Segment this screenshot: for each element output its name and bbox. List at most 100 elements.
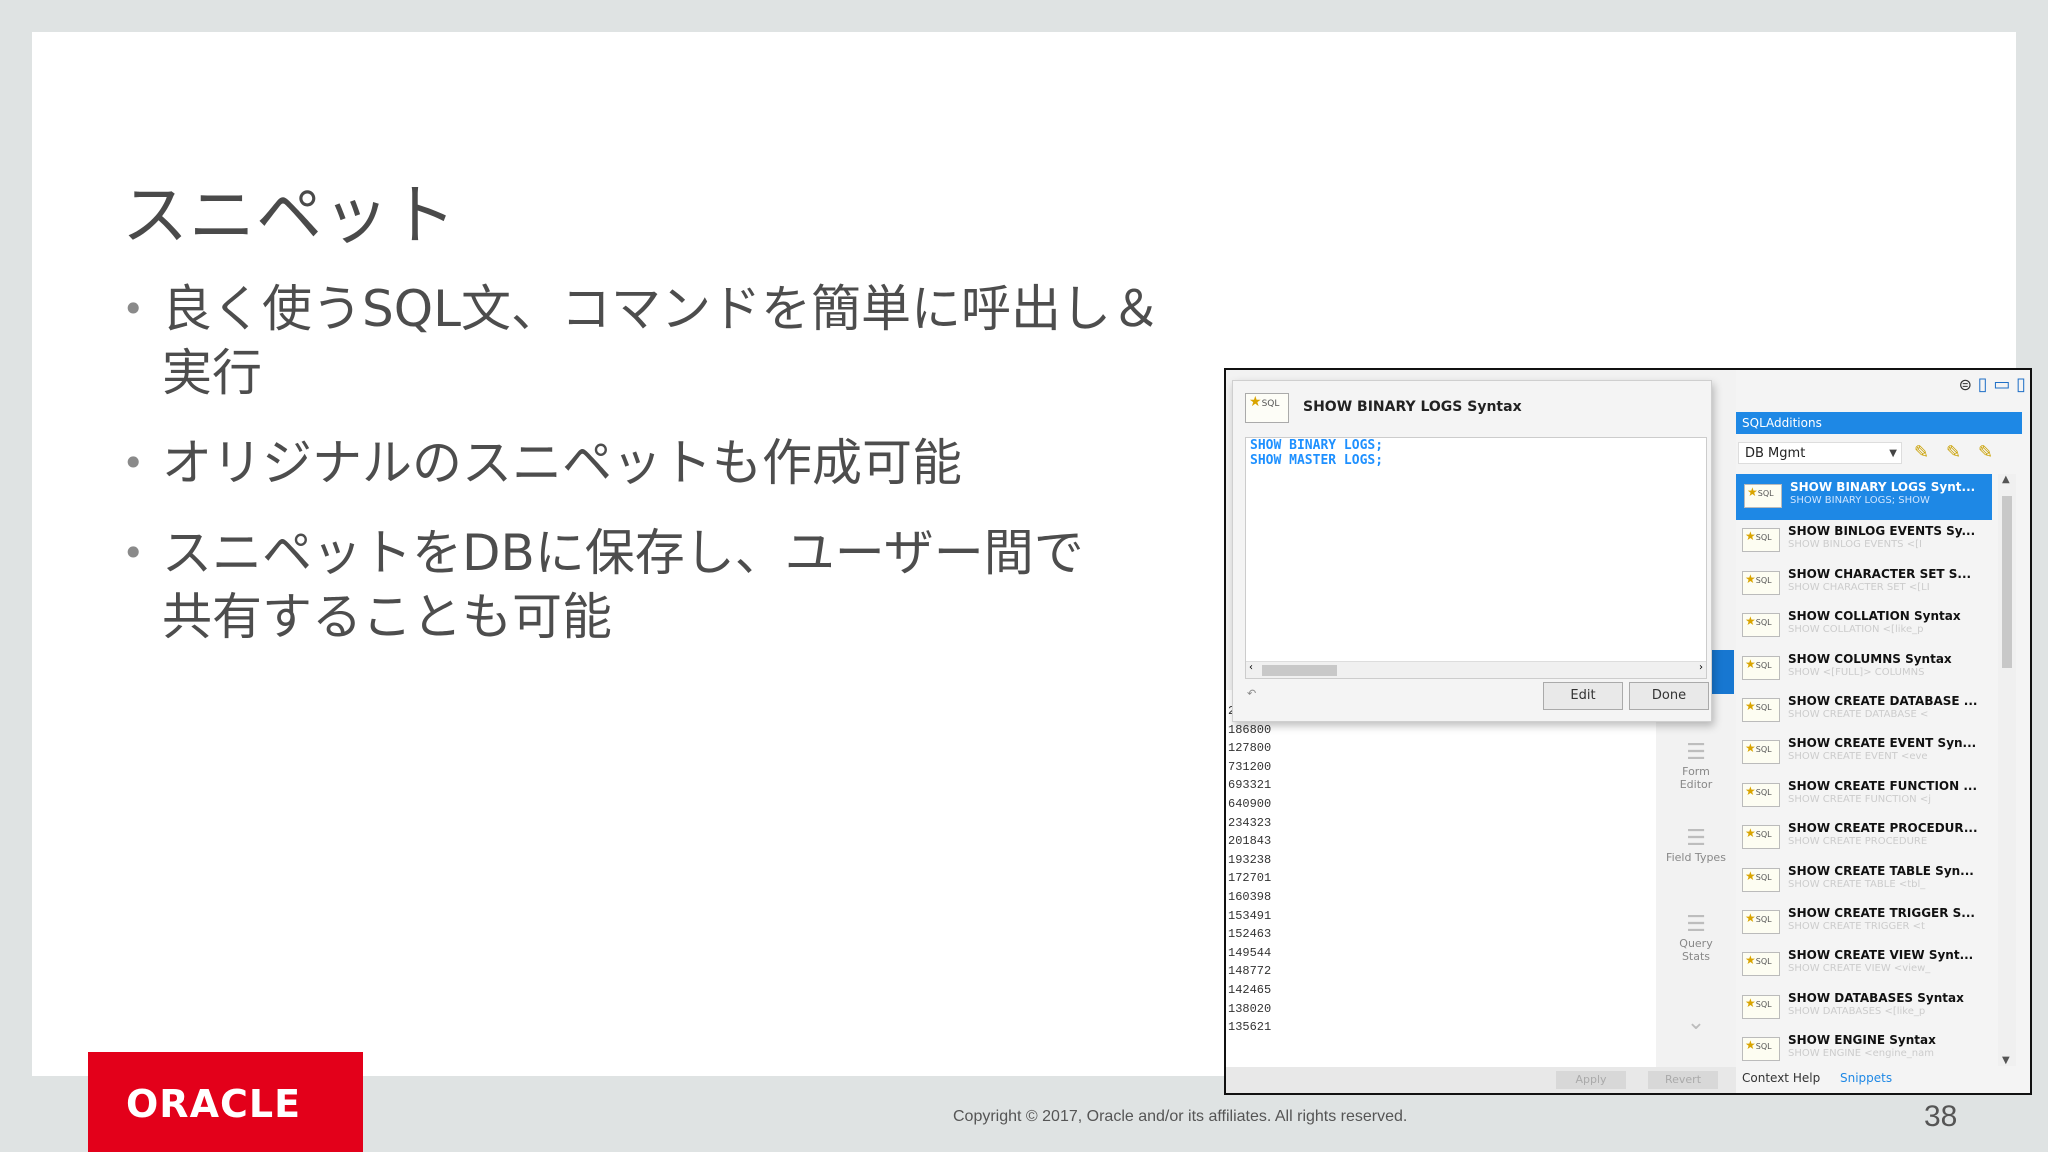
toggle-right-panel-icon[interactable]: ▯	[2016, 374, 2026, 395]
snippet-preview: SHOW CREATE TABLE <tbl_	[1788, 878, 1926, 890]
snippet-category-select[interactable]: DB Mgmt ▼	[1738, 442, 1902, 464]
snippet-list-item[interactable]: ★SQL SHOW CREATE EVENT Syn... SHOW CREATE …	[1736, 732, 1992, 774]
sql-snippet-icon: ★SQL	[1742, 613, 1780, 638]
toggle-bottom-panel-icon[interactable]: ▭	[1993, 374, 2010, 395]
panel-tabs: Context Help Snippets	[1736, 1069, 2030, 1089]
snippet-preview: SHOW CREATE PROCEDURE	[1788, 836, 1928, 848]
grid-cell[interactable]: 148772	[1228, 964, 1271, 978]
grid-cell[interactable]: 138020	[1228, 1002, 1271, 1016]
bullet-dot-icon: •	[122, 441, 145, 485]
snippet-list-item[interactable]: ★SQL SHOW CREATE VIEW Synt... SHOW CREATE …	[1736, 944, 1992, 986]
field-types-button[interactable]: ☰ Field Types	[1666, 826, 1726, 864]
grid-cell[interactable]: 731200	[1228, 760, 1271, 774]
chevron-up-icon[interactable]: ▲	[2002, 474, 2010, 485]
form-editor-label: Form Editor	[1679, 765, 1713, 791]
replace-snippet-icon[interactable]: ✎	[1946, 442, 1961, 463]
sql-snippet-icon: ★SQL	[1742, 909, 1780, 934]
settings-icon[interactable]: ⊜	[1959, 375, 1972, 394]
edit-button[interactable]: Edit	[1543, 682, 1623, 710]
snippet-name: SHOW CREATE PROCEDUR...	[1788, 821, 1978, 836]
snippet-list-item[interactable]: ★SQL SHOW BINARY LOGS Synt... SHOW BINARY …	[1736, 474, 1992, 521]
grid-cell[interactable]: 186800	[1228, 723, 1271, 737]
snippet-preview: SHOW CREATE DATABASE <	[1788, 708, 1929, 720]
sql-snippet-icon: ★SQL	[1742, 782, 1780, 807]
bullet-text: 良く使うSQL文、コマンドを簡単に呼出し＆実行	[162, 280, 1161, 402]
bullet-list: • 良く使うSQL文、コマンドを簡単に呼出し＆実行 • オリジナルのスニペットも…	[122, 277, 1202, 675]
snippets-panel: ⊜ ▯ ▭ ▯ SQLAdditions DB Mgmt ▼ ✎ ✎ ✎ ★SQ…	[1736, 370, 2030, 1093]
snippet-list-item[interactable]: ★SQL SHOW CREATE TABLE Syn... SHOW CREATE …	[1736, 860, 1992, 902]
bullet-dot-icon: •	[122, 531, 145, 575]
bullet-item: • オリジナルのスニペットも作成可能	[122, 431, 1202, 495]
snippet-list-item[interactable]: ★SQL SHOW BINLOG EVENTS Sy... SHOW BINLOG …	[1736, 520, 1992, 562]
snippet-list-item[interactable]: ★SQL SHOW DATABASES Syntax SHOW DATABASES …	[1736, 987, 1992, 1029]
snippet-code-editor[interactable]: SHOW BINARY LOGS; SHOW MASTER LOGS; ‹ ›	[1245, 437, 1707, 679]
sql-snippet-icon: ★SQL	[1742, 867, 1780, 892]
grid-cell[interactable]: 640900	[1228, 797, 1271, 811]
toggle-left-panel-icon[interactable]: ▯	[1978, 374, 1988, 395]
bullet-text: オリジナルのスニペットも作成可能	[162, 434, 962, 492]
grid-cell[interactable]: 149544	[1228, 946, 1271, 960]
snippet-name: SHOW COLLATION Syntax	[1788, 609, 1961, 624]
bullet-dot-icon: •	[122, 287, 145, 331]
snippet-preview: SHOW CREATE FUNCTION <j	[1788, 793, 1932, 805]
snippet-list-item[interactable]: ★SQL SHOW COLLATION Syntax SHOW COLLATION …	[1736, 605, 1992, 647]
snippet-name: SHOW CREATE TABLE Syn...	[1788, 863, 1974, 878]
chevron-down-icon[interactable]: ▼	[2002, 1055, 2010, 1066]
sql-snippet-icon: ★SQL	[1742, 825, 1780, 850]
snippet-preview: SHOW ENGINE <engine_nam	[1788, 1048, 1934, 1060]
snippet-list-item[interactable]: ★SQL SHOW CREATE TRIGGER S... SHOW CREATE …	[1736, 902, 1992, 944]
resize-grip-icon[interactable]: ↶	[1247, 687, 1256, 700]
result-grid: 2375001868001278007312006933216409002343…	[1226, 690, 1656, 1093]
snippet-name: SHOW DATABASES Syntax	[1788, 990, 1964, 1005]
tab-context-help[interactable]: Context Help	[1742, 1071, 1820, 1085]
snippet-list-item[interactable]: ★SQL SHOW ENGINE Syntax SHOW ENGINE <engin…	[1736, 1029, 1992, 1066]
grid-cell[interactable]: 693321	[1228, 778, 1271, 792]
oracle-logo: ORACLE	[88, 1052, 363, 1152]
grid-cell[interactable]: 152463	[1228, 927, 1271, 941]
snippet-list-item[interactable]: ★SQL SHOW CREATE DATABASE ... SHOW CREATE …	[1736, 690, 1992, 732]
grid-cell[interactable]: 127800	[1228, 741, 1271, 755]
apply-button[interactable]: Apply	[1556, 1071, 1626, 1089]
chevron-right-icon[interactable]: ›	[1699, 662, 1703, 673]
snippet-name: SHOW CHARACTER SET S...	[1788, 566, 1972, 581]
form-icon: ☰	[1686, 740, 1706, 765]
field-types-label: Field Types	[1666, 851, 1726, 864]
fields-icon: ☰	[1686, 826, 1706, 851]
grid-cell[interactable]: 193238	[1228, 853, 1271, 867]
snippet-list-item[interactable]: ★SQL SHOW CREATE PROCEDUR... SHOW CREATE P…	[1736, 817, 1992, 859]
scroll-thumb[interactable]	[1262, 665, 1337, 676]
grid-cell[interactable]: 153491	[1228, 909, 1271, 923]
snippet-popup: ★SQL SHOW BINARY LOGS Syntax SHOW BINARY…	[1232, 380, 1712, 722]
snippet-preview: SHOW BINLOG EVENTS <[I	[1788, 539, 1922, 551]
grid-cell[interactable]: 172701	[1228, 871, 1271, 885]
query-stats-button[interactable]: ☰ Query Stats	[1666, 912, 1726, 963]
horizontal-scrollbar[interactable]: ‹ ›	[1246, 661, 1706, 678]
tab-snippets[interactable]: Snippets	[1840, 1071, 1892, 1085]
grid-cell[interactable]: 160398	[1228, 890, 1271, 904]
copyright-text: Copyright © 2017, Oracle and/or its affi…	[953, 1108, 1408, 1125]
bullet-text: スニペットをDBに保存し、ユーザー間で	[162, 524, 1084, 582]
slide-title: スニペット	[122, 177, 457, 254]
scroll-thumb[interactable]	[2002, 496, 2012, 668]
snippet-list-item[interactable]: ★SQL SHOW COLUMNS Syntax SHOW <[FULL]> COL…	[1736, 648, 1992, 690]
sql-snippet-icon: ★SQL	[1742, 740, 1780, 765]
chevron-left-icon[interactable]: ‹	[1249, 662, 1253, 673]
grid-cell[interactable]: 201843	[1228, 834, 1271, 848]
snippet-preview: SHOW <[FULL]> COLUMNS	[1788, 666, 1925, 678]
snippet-list-item[interactable]: ★SQL SHOW CREATE FUNCTION ... SHOW CREATE …	[1736, 775, 1992, 817]
done-button[interactable]: Done	[1629, 682, 1709, 710]
revert-button[interactable]: Revert	[1648, 1071, 1718, 1089]
insert-snippet-icon[interactable]: ✎	[1914, 442, 1929, 463]
bullet-text-continued: 共有することも可能	[162, 588, 612, 646]
snippet-list-item[interactable]: ★SQL SHOW CHARACTER SET S... SHOW CHARACTE…	[1736, 563, 1992, 605]
snippet-name: SHOW BINLOG EVENTS Sy...	[1788, 524, 1976, 539]
grid-cell[interactable]: 135621	[1228, 1020, 1271, 1034]
grid-cell[interactable]: 234323	[1228, 816, 1271, 830]
vertical-scrollbar[interactable]: ▲ ▼	[1998, 474, 2016, 1066]
sidebar-scroll[interactable]: ⌄	[1666, 1010, 1726, 1035]
sql-snippet-icon: ★SQL	[1744, 484, 1782, 508]
grid-cell[interactable]: 142465	[1228, 983, 1271, 997]
form-editor-button[interactable]: ☰ Form Editor	[1666, 740, 1726, 791]
snippet-name: SHOW ENGINE Syntax	[1788, 1033, 1936, 1048]
execute-snippet-icon[interactable]: ✎	[1978, 442, 1993, 463]
